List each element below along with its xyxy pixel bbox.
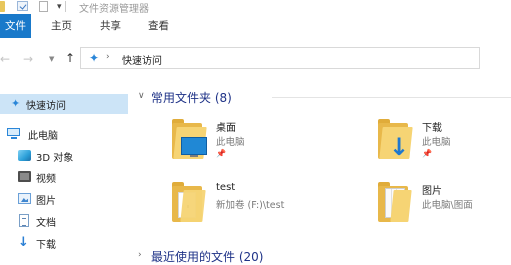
sidebar-item-this-pc[interactable]: 此电脑 [0, 124, 128, 144]
tab-file[interactable]: 文件 [0, 14, 31, 38]
folder-name: 图片 [422, 186, 442, 197]
folder-location: 此电脑 [216, 137, 245, 148]
quick-access-pin-icon: ✦ [89, 51, 100, 65]
group-header-label: 最近使用的文件 (20) [151, 250, 264, 264]
sidebar-item-label: 图片 [36, 196, 56, 207]
folder-tile-downloads[interactable]: ↓ 下载 此电脑 📌 [378, 119, 511, 169]
address-bar[interactable]: ✦ › 快速访问 [80, 47, 480, 69]
sidebar-item-quick-access[interactable]: ✦ 快速访问 [0, 94, 128, 114]
folder-name: test [216, 182, 236, 193]
sidebar-item-label: 视频 [36, 174, 56, 185]
title-separator [65, 1, 66, 12]
forward-arrow-icon[interactable]: → [23, 52, 33, 66]
3d-objects-icon [18, 150, 31, 161]
recent-locations-chevron-icon[interactable]: ▼ [49, 55, 54, 63]
properties-check-icon[interactable] [17, 1, 28, 11]
folder-tile-pictures[interactable]: 图片 此电脑\图面 [378, 182, 511, 232]
folder-icon [0, 1, 5, 12]
sidebar-item-label: 3D 对象 [36, 153, 74, 164]
tab-home[interactable]: 主页 [51, 14, 72, 38]
folder-tile-desktop[interactable]: 桌面 此电脑 📌 [172, 119, 352, 169]
pictures-icon [18, 193, 31, 204]
group-divider [272, 97, 511, 98]
customize-dropdown-icon[interactable]: ▾ [57, 2, 62, 12]
content-area: ∨ 常用文件夹 (8) 桌面 此电脑 📌 ↓ 下载 此电脑 📌 test 新加卷… [128, 81, 511, 264]
folder-name: 下载 [422, 123, 442, 134]
tab-share[interactable]: 共享 [100, 14, 121, 38]
window-title: 文件资源管理器 [79, 4, 149, 15]
computer-icon [7, 128, 20, 139]
folder-name: 桌面 [216, 123, 236, 134]
back-arrow-icon[interactable]: ← [0, 52, 10, 66]
folder-icon [172, 182, 208, 226]
download-icon: ↓ [18, 235, 29, 250]
sidebar-item-label: 快速访问 [26, 101, 66, 112]
breadcrumb-quick-access[interactable]: 快速访问 [122, 52, 162, 67]
folder-location: 此电脑\图面 [422, 200, 473, 211]
navigation-pane: ✦ 快速访问 此电脑 3D 对象 视频 图片 文档 ↓ 下载 [0, 81, 128, 256]
pinned-icon: 📌 [216, 149, 226, 158]
new-folder-icon[interactable] [39, 1, 48, 12]
group-header-label: 常用文件夹 (8) [151, 91, 232, 105]
sidebar-item-downloads[interactable]: ↓ 下载 [0, 233, 128, 253]
pin-icon: ✦ [11, 97, 21, 110]
desktop-folder-icon [172, 119, 208, 163]
sidebar-item-label: 文档 [36, 218, 56, 229]
tab-view[interactable]: 查看 [148, 14, 169, 38]
pinned-icon: 📌 [422, 149, 432, 158]
documents-icon [19, 214, 29, 227]
breadcrumb-separator[interactable]: › [106, 52, 110, 62]
chevron-down-icon[interactable]: ∨ [138, 91, 145, 101]
folder-location: 此电脑 [422, 137, 451, 148]
sidebar-item-3d-objects[interactable]: 3D 对象 [0, 146, 128, 166]
title-bar: ▾ 文件资源管理器 [0, 0, 511, 15]
sidebar-item-pictures[interactable]: 图片 [0, 189, 128, 209]
navigation-bar: ← → ▼ ↑ ✦ › 快速访问 [0, 38, 511, 81]
chevron-right-icon[interactable]: › [138, 250, 142, 260]
sidebar-item-documents[interactable]: 文档 [0, 211, 128, 231]
folder-tile-test[interactable]: test 新加卷 (F:)\test [172, 182, 352, 232]
pictures-folder-icon [378, 182, 414, 226]
folder-location: 新加卷 (F:)\test [216, 200, 285, 211]
sidebar-item-label: 此电脑 [28, 131, 58, 142]
downloads-folder-icon: ↓ [378, 119, 414, 163]
sidebar-item-videos[interactable]: 视频 [0, 167, 128, 187]
video-icon [18, 171, 31, 182]
sidebar-item-label: 下载 [36, 240, 56, 251]
up-arrow-icon[interactable]: ↑ [65, 51, 75, 65]
ribbon-tabs: 文件 主页 共享 查看 [0, 14, 511, 39]
